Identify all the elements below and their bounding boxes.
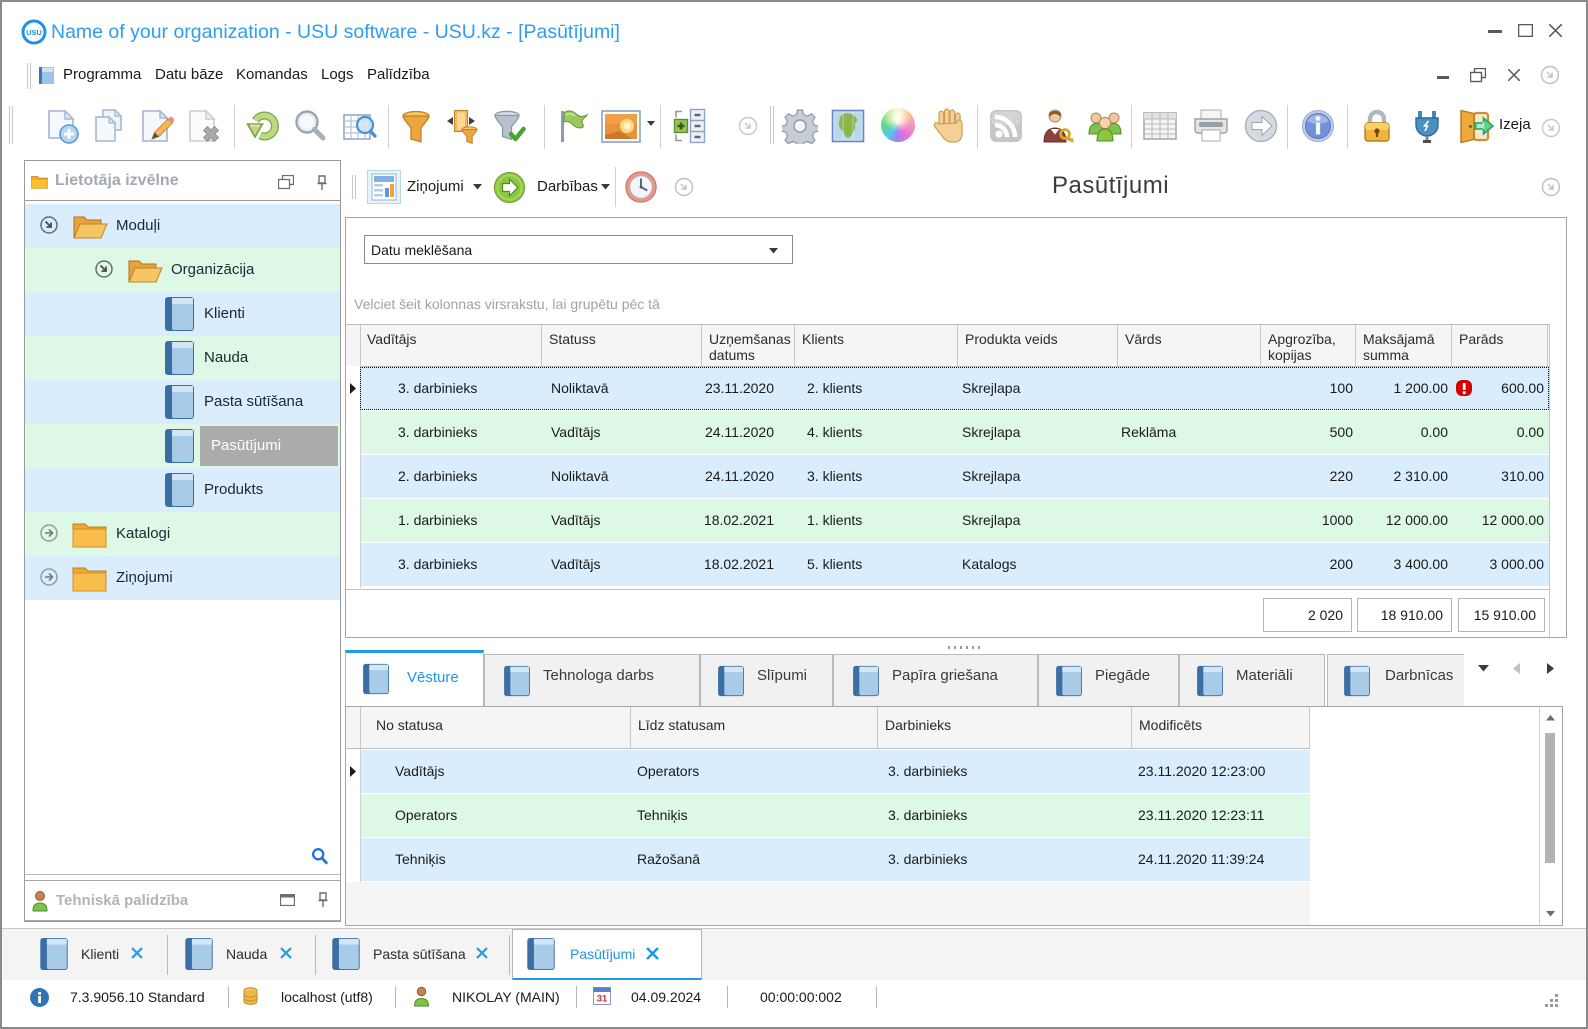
svg-text:USU: USU [26,28,42,37]
svg-text:31: 31 [597,994,608,1005]
